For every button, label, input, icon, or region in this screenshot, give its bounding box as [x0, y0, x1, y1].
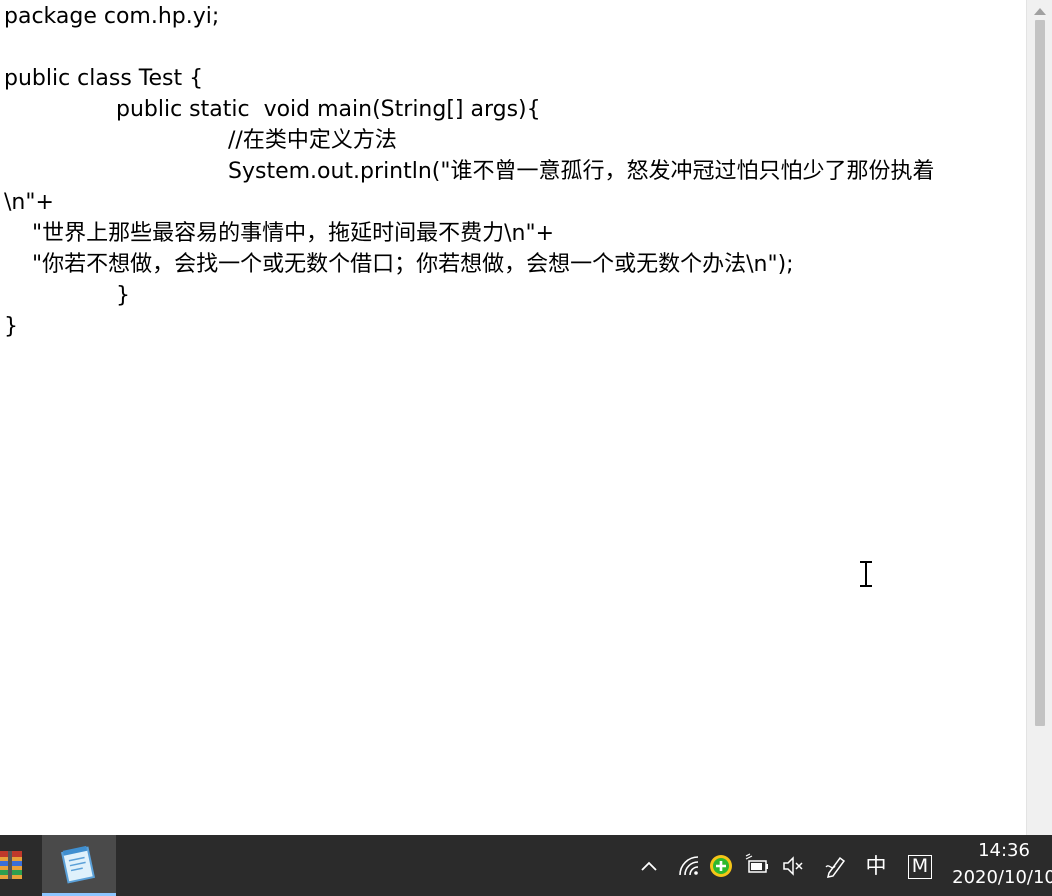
scroll-thumb[interactable]	[1035, 20, 1045, 726]
code-line: }	[116, 283, 130, 308]
vertical-scrollbar[interactable]	[1026, 0, 1052, 835]
clock-date: 2020/10/10	[952, 867, 1052, 888]
code-line: }	[4, 314, 18, 339]
code-line: \n"+	[4, 190, 54, 215]
show-hidden-icons-chevron-icon[interactable]	[638, 853, 660, 879]
scroll-up-icon[interactable]	[1034, 8, 1046, 15]
battery-icon[interactable]	[745, 853, 771, 879]
notepad-app-icon	[60, 845, 96, 884]
pen-icon[interactable]	[823, 853, 849, 879]
volume-muted-icon[interactable]	[781, 853, 807, 879]
wifi-icon[interactable]	[676, 853, 700, 879]
ime-mode-label: M	[908, 855, 932, 879]
system-clock[interactable]: 14:36 2020/10/10	[946, 839, 1052, 893]
code-line: "你若不想做，会找一个或无数个借口；你若想做，会想一个或无数个办法\n");	[32, 252, 794, 277]
code-line: //在类中定义方法	[228, 128, 397, 153]
text-editor[interactable]: package com.hp.yi; public class Test { p…	[0, 0, 1026, 835]
archive-app-icon	[0, 851, 22, 879]
code-line: "世界上那些最容易的事情中，拖延时间最不费力\n"+	[32, 221, 555, 246]
ime-language-indicator[interactable]: 中	[862, 853, 890, 879]
code-line: public class Test {	[4, 66, 204, 91]
taskbar: 中 M 14:36 2020/10/10	[0, 835, 1052, 896]
code-line: System.out.println("谁不曾一意孤行，怒发冲冠过怕只怕少了那份…	[228, 159, 935, 184]
taskbar-app-archive[interactable]	[0, 835, 36, 896]
ime-mode-indicator[interactable]: M	[906, 852, 934, 879]
text-cursor-icon	[860, 561, 872, 587]
clock-time: 14:36	[978, 840, 1030, 861]
code-line: public static void main(String[] args){	[116, 97, 541, 122]
code-line: package com.hp.yi;	[4, 4, 220, 29]
shield-plus-icon[interactable]	[708, 853, 734, 879]
taskbar-app-notepad[interactable]	[42, 835, 116, 896]
